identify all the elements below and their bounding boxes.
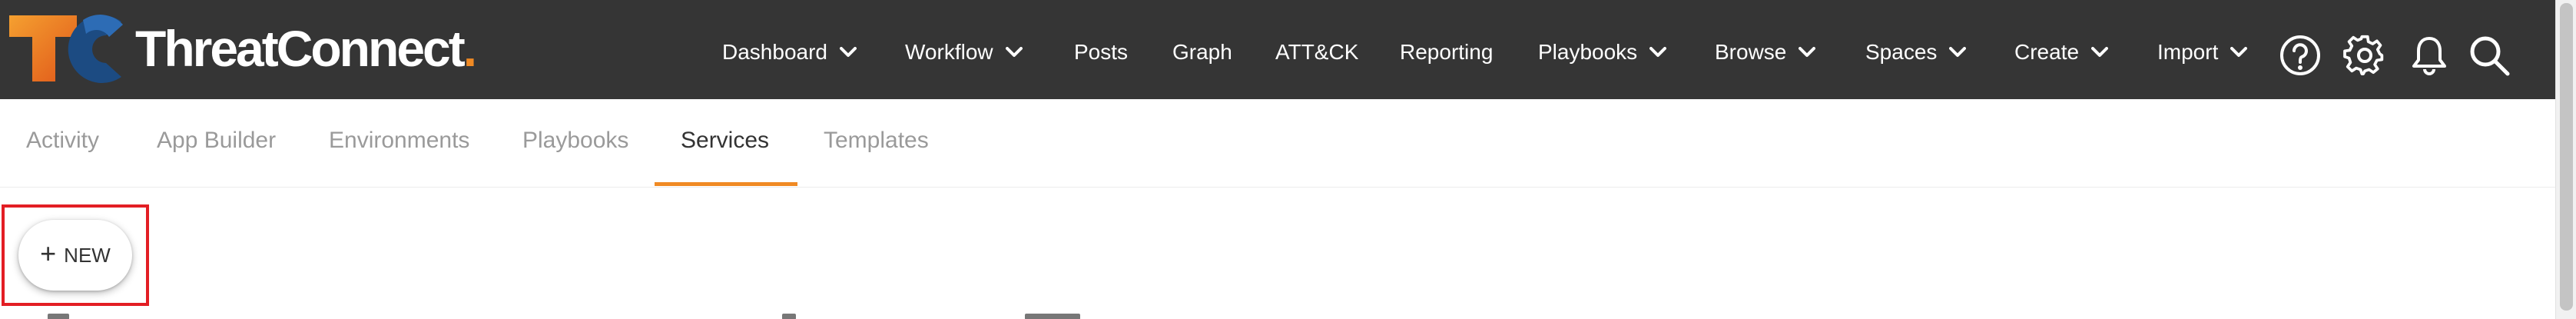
nav-label: Playbooks [1538, 40, 1638, 64]
help-icon[interactable] [2279, 34, 2322, 77]
nav-graph[interactable]: Graph [1172, 37, 1232, 68]
nav-label: Spaces [1865, 40, 1938, 64]
nav-dashboard[interactable]: Dashboard [722, 37, 857, 68]
tab-services[interactable]: Services [681, 129, 769, 152]
scrollbar-thumb[interactable] [2560, 3, 2573, 311]
brand-dot: . [462, 20, 477, 77]
chevron-down-icon [1649, 47, 1667, 57]
nav-reporting[interactable]: Reporting [1400, 37, 1493, 68]
tab-environments[interactable]: Environments [329, 129, 469, 152]
chevron-down-icon [2091, 47, 2109, 57]
app-page: ThreatConnect. Dashboard Workflow Posts … [0, 0, 2576, 319]
nav-playbooks[interactable]: Playbooks [1538, 37, 1667, 68]
chevron-down-icon [839, 47, 857, 57]
nav-label: Dashboard [722, 40, 827, 64]
nav-label: Create [2014, 40, 2080, 64]
nav-attack[interactable]: ATT&CK [1275, 37, 1358, 68]
search-icon[interactable] [2468, 34, 2511, 77]
chevron-down-icon [1005, 47, 1023, 57]
nav-label: Import [2157, 40, 2219, 64]
active-tab-indicator [655, 182, 797, 186]
nav-create[interactable]: Create [2014, 37, 2109, 68]
chevron-down-icon [2230, 47, 2248, 57]
nav-label: Workflow [905, 40, 993, 64]
cut-off-header [1025, 314, 1080, 319]
gear-icon[interactable] [2343, 34, 2386, 77]
nav-spaces[interactable]: Spaces [1865, 37, 1967, 68]
plus-icon: + [40, 238, 57, 269]
bell-icon[interactable] [2408, 34, 2451, 77]
new-button-label: NEW [64, 243, 111, 267]
tab-divider [0, 187, 2555, 188]
brand-name: ThreatConnect [135, 20, 466, 77]
nav-label: Posts [1074, 40, 1129, 64]
tab-templates[interactable]: Templates [824, 129, 929, 152]
tab-playbooks[interactable]: Playbooks [522, 129, 628, 152]
nav-browse[interactable]: Browse [1715, 37, 1816, 68]
cut-off-header [782, 314, 796, 319]
brand-wordmark: ThreatConnect. [135, 20, 477, 77]
tab-activity[interactable]: Activity [26, 129, 99, 152]
nav-workflow[interactable]: Workflow [905, 37, 1023, 68]
nav-label: Reporting [1400, 40, 1494, 64]
nav-label: Graph [1172, 40, 1232, 64]
chevron-down-icon [1799, 47, 1816, 57]
top-navigation-bar: ThreatConnect. Dashboard Workflow Posts … [0, 0, 2555, 99]
nav-posts[interactable]: Posts [1074, 37, 1128, 68]
nav-label: ATT&CK [1275, 40, 1359, 64]
nav-label: Browse [1715, 40, 1787, 64]
new-button[interactable]: + NEW [18, 220, 132, 291]
nav-import[interactable]: Import [2157, 37, 2248, 68]
cut-off-header [48, 314, 69, 319]
tab-app-builder[interactable]: App Builder [157, 129, 276, 152]
logo-mark-icon [9, 15, 123, 83]
chevron-down-icon [1949, 47, 1967, 57]
vertical-scrollbar[interactable] [2555, 0, 2576, 319]
